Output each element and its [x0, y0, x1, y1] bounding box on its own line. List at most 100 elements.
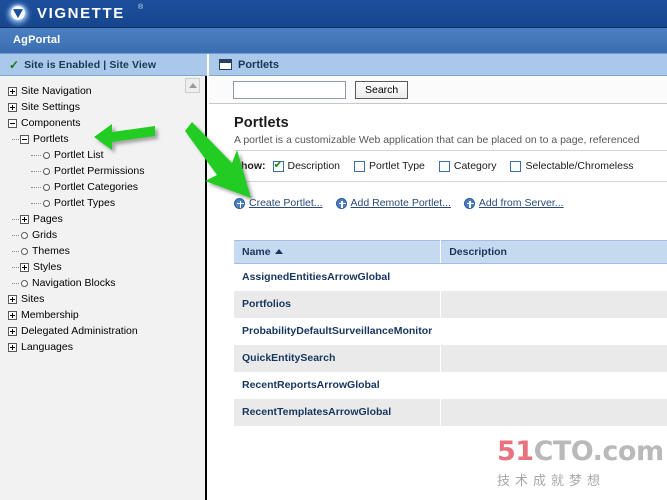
expand-plus-icon[interactable]: [8, 310, 17, 320]
tree-item-portlets[interactable]: Portlets: [0, 131, 183, 147]
tree-connector: [31, 170, 41, 172]
content-panel-header: Portlets: [209, 54, 667, 76]
content-panel: Portlets Search Portlets A portlet is a …: [209, 54, 667, 500]
search-input[interactable]: [233, 81, 346, 99]
navigation-tree-panel: Site Navigation Site Settings Components Po…: [0, 76, 207, 500]
action-link-label: Add from Server...: [478, 197, 564, 209]
show-label: Show:: [234, 160, 266, 172]
collapse-minus-icon[interactable]: [20, 134, 29, 144]
table-row[interactable]: AssignedEntitiesArrowGlobal: [234, 263, 667, 291]
table-row[interactable]: RecentTemplatesArrowGlobal: [234, 398, 667, 426]
table-cell-description: [440, 398, 667, 426]
search-toolbar: Search: [209, 77, 667, 104]
tree-item-navigation-blocks[interactable]: Navigation Blocks: [0, 275, 183, 291]
table-row[interactable]: QuickEntitySearch: [234, 344, 667, 372]
show-option-portlet-type[interactable]: Portlet Type: [354, 160, 425, 172]
tree-item-pages[interactable]: Pages: [0, 211, 183, 227]
table-cell-name[interactable]: RecentTemplatesArrowGlobal: [234, 398, 442, 426]
tree-item-label: Navigation Blocks: [32, 276, 116, 289]
plus-circle-icon: [463, 197, 475, 209]
tree-item-portlet-categories[interactable]: Portlet Categories: [0, 179, 183, 195]
tree-connector: [31, 202, 41, 204]
action-link-label: Add Remote Portlet...: [350, 197, 451, 209]
table-column-header-label: Name: [242, 246, 271, 258]
page-description: A portlet is a customizable Web applicat…: [234, 134, 640, 146]
window-folder-icon: [219, 59, 232, 70]
checkbox-label: Selectable/Chromeless: [525, 160, 634, 172]
tree-item-site-navigation[interactable]: Site Navigation: [0, 83, 183, 99]
checkbox-label: Category: [453, 160, 497, 172]
table-row[interactable]: ProbabilityDefaultSurveillanceMonitor: [234, 317, 667, 345]
checkbox-selectable-chromeless[interactable]: [510, 160, 522, 172]
table-row[interactable]: RecentReportsArrowGlobal: [234, 371, 667, 399]
expand-plus-icon[interactable]: [8, 342, 17, 352]
show-option-category[interactable]: Category: [438, 160, 497, 172]
expand-plus-icon[interactable]: [8, 294, 17, 304]
tree-item-sites[interactable]: Sites: [0, 291, 183, 307]
table-cell-name[interactable]: RecentReportsArrowGlobal: [234, 371, 442, 399]
tree-item-label: Portlet Types: [54, 196, 116, 209]
tree-connector: [12, 218, 19, 220]
divider: [234, 150, 667, 151]
tree-item-label: Membership: [21, 308, 79, 321]
collapse-minus-icon[interactable]: [8, 118, 17, 128]
tree-leaf-bullet-icon: [43, 167, 50, 175]
action-link-add-remote-portlet[interactable]: Add Remote Portlet...: [335, 197, 451, 209]
tree-leaf-bullet-icon: [21, 247, 28, 255]
expand-plus-icon[interactable]: [20, 214, 29, 224]
table-cell-name[interactable]: ProbabilityDefaultSurveillanceMonitor: [234, 317, 442, 345]
show-option-description[interactable]: Description: [272, 159, 340, 172]
tree-connector: [31, 154, 41, 156]
checkbox-category[interactable]: [438, 160, 450, 172]
site-status-text: Site is Enabled | Site View: [24, 58, 157, 71]
tree-item-styles[interactable]: Styles: [0, 259, 183, 275]
tree-item-themes[interactable]: Themes: [0, 243, 183, 259]
plus-circle-icon: [234, 197, 245, 209]
tree-leaf-bullet-icon: [21, 231, 28, 239]
tree-leaf-bullet-icon: [21, 279, 28, 287]
tree-item-portlet-types[interactable]: Portlet Types: [0, 195, 183, 211]
content-panel-title: Portlets: [238, 58, 279, 71]
action-link-create-portlet[interactable]: Create Portlet...: [234, 197, 323, 209]
tree-item-site-settings[interactable]: Site Settings: [0, 99, 183, 115]
checkbox-description[interactable]: [272, 159, 284, 172]
tree-item-label: Site Navigation: [21, 84, 92, 97]
tree-item-label: Components: [21, 116, 81, 129]
expand-plus-icon[interactable]: [8, 102, 17, 112]
tree-item-grids[interactable]: Grids: [0, 227, 183, 243]
tree-item-portlet-list[interactable]: Portlet List: [0, 147, 183, 163]
brand-bar: VIGNETTE ®: [0, 0, 667, 28]
table-row[interactable]: Portfolios: [234, 290, 667, 318]
checkbox-portlet-type[interactable]: [354, 160, 366, 172]
expand-plus-icon[interactable]: [20, 262, 29, 272]
plus-circle-icon: [335, 197, 347, 209]
tree-item-membership[interactable]: Membership: [0, 307, 183, 323]
expand-plus-icon[interactable]: [8, 86, 17, 96]
action-link-add-from-server[interactable]: Add from Server...: [463, 197, 564, 209]
tree-item-label: Site Settings: [21, 100, 80, 113]
table-header-row: Name Description: [234, 240, 667, 264]
portal-bar: AgPortal: [0, 28, 667, 54]
expand-plus-icon[interactable]: [8, 326, 17, 336]
table-cell-name[interactable]: Portfolios: [234, 290, 442, 318]
tree-connector: [12, 250, 19, 252]
chevron-up-icon[interactable]: [185, 78, 200, 93]
show-option-selectable-chromeless[interactable]: Selectable/Chromeless: [510, 160, 633, 172]
table-cell-description: [440, 371, 667, 399]
table-column-header-description[interactable]: Description: [440, 240, 667, 264]
table-cell-name[interactable]: QuickEntitySearch: [234, 344, 442, 372]
table-cell-description: [440, 290, 667, 318]
table-column-header-name[interactable]: Name: [234, 240, 442, 264]
tree-leaf-bullet-icon: [43, 183, 50, 191]
table-cell-description: [440, 263, 667, 291]
tree-item-label: Styles: [33, 260, 62, 273]
tree-item-label: Sites: [21, 292, 45, 305]
tree-item-portlet-permissions[interactable]: Portlet Permissions: [0, 163, 183, 179]
search-button[interactable]: Search: [355, 81, 409, 99]
tree-item-languages[interactable]: Languages: [0, 339, 183, 355]
tree-item-label: Portlets: [33, 132, 69, 145]
tree-item-components[interactable]: Components: [0, 115, 183, 131]
tree-item-delegated-administration[interactable]: Delegated Administration: [0, 323, 183, 339]
tree-connector: [12, 282, 19, 284]
table-cell-name[interactable]: AssignedEntitiesArrowGlobal: [234, 263, 442, 291]
